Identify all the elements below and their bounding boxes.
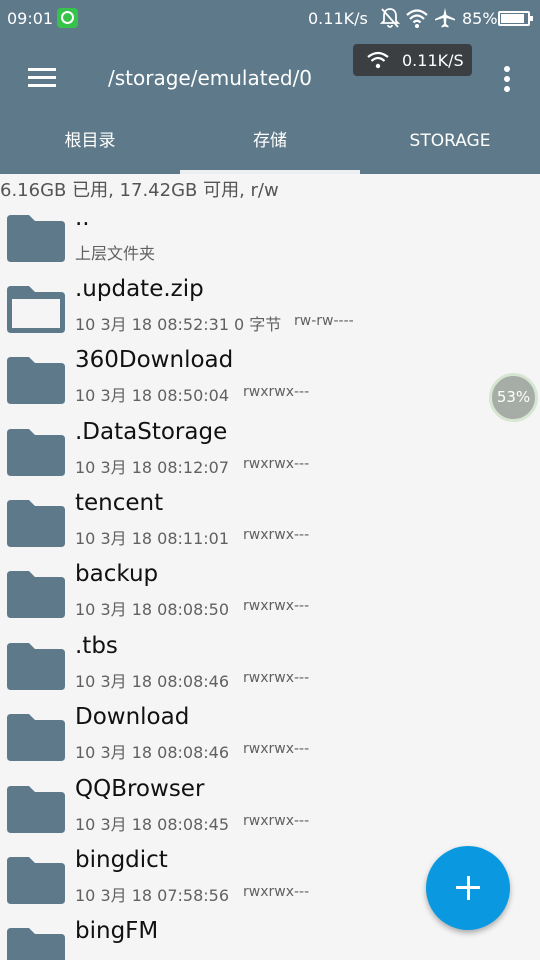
- file-subtitle: 上层文件夹: [75, 244, 156, 263]
- list-item-folder[interactable]: 360Download 10 3月 18 08:50:04 rwxrwx---: [0, 344, 540, 415]
- file-perms: rwxrwx---: [243, 813, 310, 829]
- file-name: 360Download: [75, 347, 234, 373]
- folder-icon: [7, 500, 65, 547]
- file-name: bingdict: [75, 847, 168, 873]
- file-perms: rwxrwx---: [243, 741, 310, 757]
- status-net-speed: 0.11K/s: [308, 9, 368, 28]
- add-fab-button[interactable]: [426, 846, 510, 930]
- status-time: 09:01: [7, 9, 54, 28]
- file-name: backup: [75, 561, 159, 587]
- battery-icon: [498, 11, 533, 26]
- wifi-icon: [405, 7, 429, 33]
- list-item-folder[interactable]: .DataStorage 10 3月 18 08:12:07 rwxrwx---: [0, 416, 540, 487]
- file-perms: rwxrwx---: [243, 884, 310, 900]
- network-speed-chip: 0.11K/S: [353, 44, 472, 76]
- tab-storage[interactable]: STORAGE: [360, 120, 540, 174]
- file-date: 10 3月 18 08:08:46: [75, 743, 230, 762]
- current-path: /storage/emulated/0: [108, 66, 313, 90]
- file-perms: rwxrwx---: [243, 527, 310, 543]
- file-date: 10 3月 18 08:12:07: [75, 458, 230, 477]
- file-name: .DataStorage: [75, 419, 228, 445]
- file-size: 0 字节: [234, 315, 282, 334]
- storage-info: 6.16GB 已用, 17.42GB 可用, r/w: [0, 180, 279, 201]
- file-name: .tbs: [75, 633, 118, 659]
- tab-storage-cn[interactable]: 存储: [180, 120, 360, 174]
- menu-icon[interactable]: [28, 68, 56, 88]
- list-item-folder[interactable]: backup 10 3月 18 08:08:50 rwxrwx---: [0, 558, 540, 629]
- file-date: 10 3月 18 08:08:46: [75, 672, 230, 691]
- folder-icon: [7, 215, 65, 262]
- list-item-parent[interactable]: .. 上层文件夹: [0, 202, 540, 273]
- file-name: ..: [75, 205, 90, 231]
- list-item-folder[interactable]: .tbs 10 3月 18 08:08:46 rwxrwx---: [0, 630, 540, 701]
- more-vert-icon[interactable]: [500, 66, 514, 92]
- list-item-folder[interactable]: Download 10 3月 18 08:08:46 rwxrwx---: [0, 701, 540, 772]
- airplane-icon: [434, 7, 456, 33]
- file-date: 10 3月 18 07:58:56: [75, 886, 230, 905]
- list-item-folder[interactable]: QQBrowser 10 3月 18 08:08:45 rwxrwx---: [0, 773, 540, 844]
- archive-icon: [7, 286, 65, 333]
- file-perms: rwxrwx---: [243, 456, 310, 472]
- folder-icon: [7, 571, 65, 618]
- file-name: tencent: [75, 490, 164, 516]
- file-date: 10 3月 18 08:11:01: [75, 529, 230, 548]
- floating-speed-ball[interactable]: 53%: [489, 373, 538, 422]
- file-name: bingFM: [75, 918, 159, 944]
- folder-icon: [7, 786, 65, 833]
- tab-bar: 根目录 存储 STORAGE: [0, 120, 540, 174]
- tab-root[interactable]: 根目录: [0, 120, 180, 174]
- speed-chip-value: 0.11K/S: [402, 51, 464, 70]
- file-name: .update.zip: [75, 276, 204, 302]
- file-date: 10 3月 18 08:08:45: [75, 815, 230, 834]
- wifi-icon: [366, 50, 390, 74]
- folder-icon: [7, 643, 65, 690]
- file-date: 10 3月 18 08:52:31: [75, 315, 230, 334]
- file-perms: rwxrwx---: [243, 670, 310, 686]
- folder-icon: [7, 857, 65, 904]
- folder-icon: [7, 357, 65, 404]
- file-perms: rwxrwx---: [243, 384, 310, 400]
- wechat-icon: [57, 8, 78, 28]
- list-item-folder[interactable]: tencent 10 3月 18 08:11:01 rwxrwx---: [0, 487, 540, 558]
- file-perms: rw-rw----: [294, 313, 354, 329]
- file-perms: rwxrwx---: [243, 598, 310, 614]
- battery-percent: 85%: [462, 9, 498, 28]
- file-date: 10 3月 18 08:08:50: [75, 600, 230, 619]
- folder-icon: [7, 928, 65, 960]
- app-toolbar: /storage/emulated/0 0.11K/S: [0, 36, 540, 120]
- mute-bell-icon: [379, 7, 401, 33]
- folder-icon: [7, 714, 65, 761]
- list-item-file[interactable]: .update.zip 10 3月 18 08:52:31 0 字节 rw-rw…: [0, 273, 540, 344]
- folder-icon: [7, 429, 65, 476]
- file-date: 10 3月 18 08:50:04: [75, 386, 230, 405]
- status-bar: 09:01 0.11K/s 85%: [0, 0, 540, 36]
- file-name: QQBrowser: [75, 776, 205, 802]
- file-name: Download: [75, 704, 190, 730]
